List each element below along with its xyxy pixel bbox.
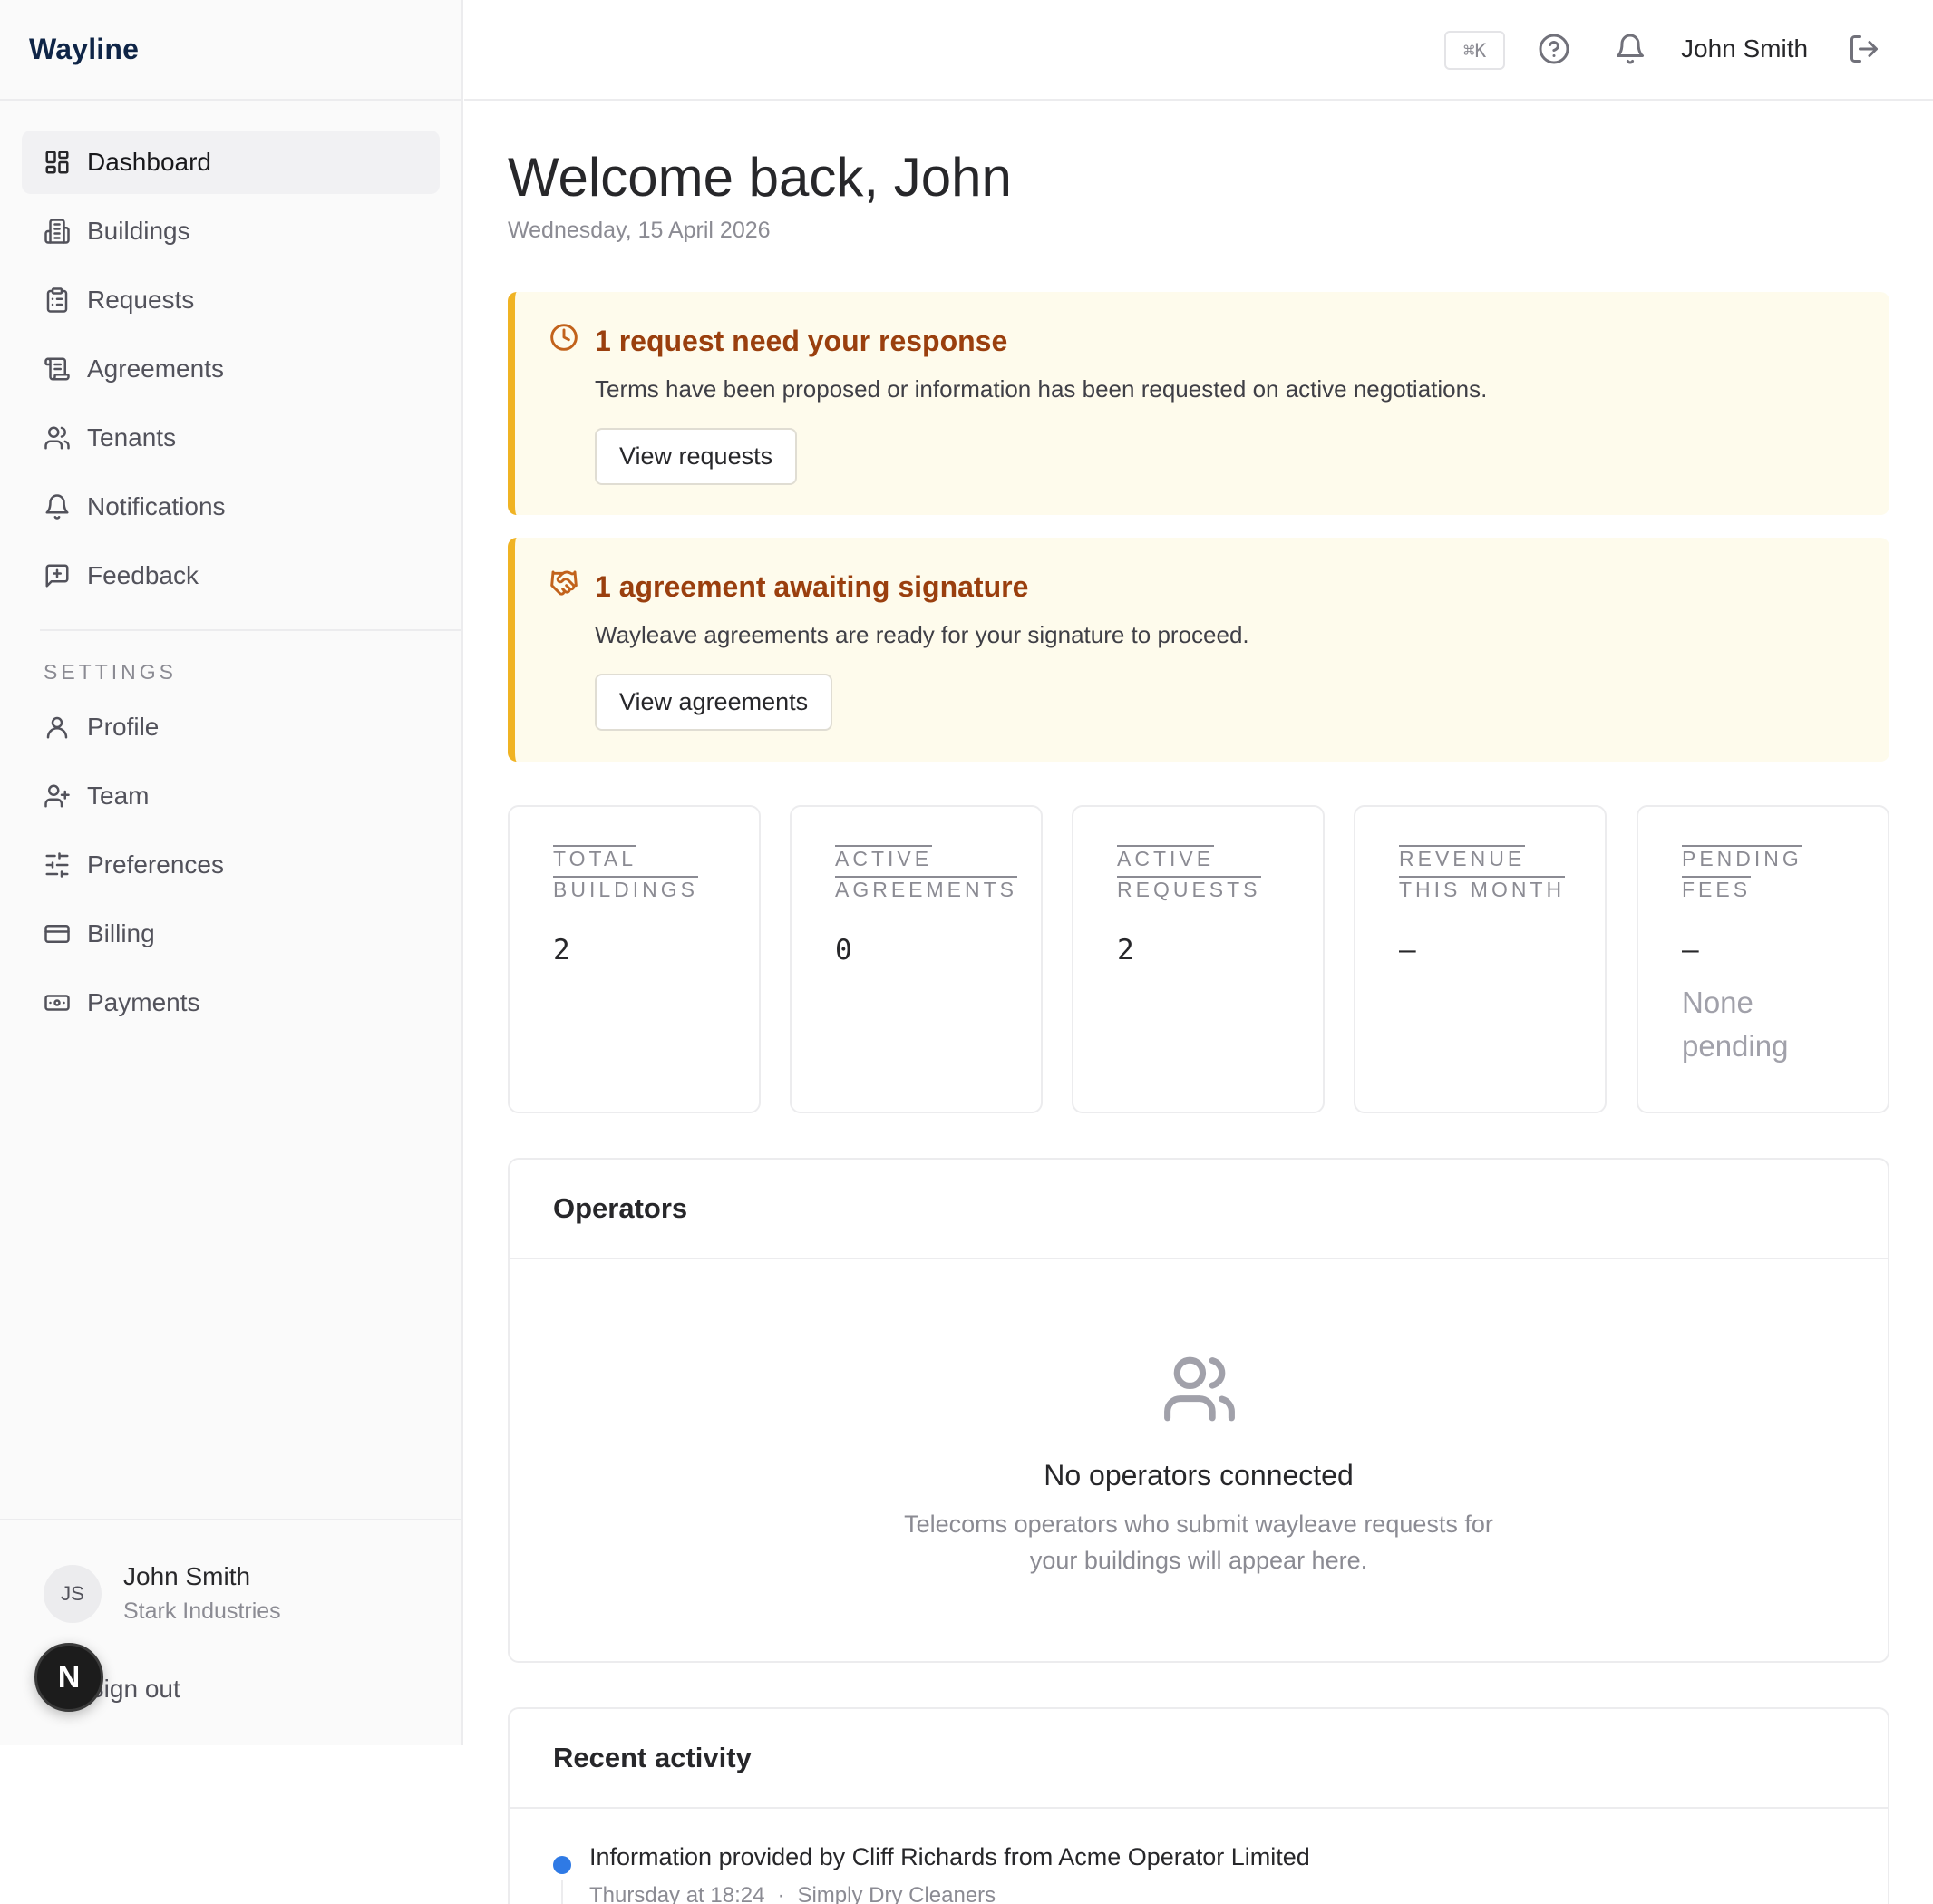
stats-row: TOTAL BUILDINGS 2 ACTIVE AGREEMENTS 0 ACTI… xyxy=(508,805,1889,1113)
stat-value: 2 xyxy=(1117,934,1134,967)
sidebar-item-label: Team xyxy=(87,782,150,810)
alert-title: 1 request need your response xyxy=(595,325,1008,357)
users-icon xyxy=(1158,1350,1241,1428)
sidebar-item-dashboard[interactable]: Dashboard xyxy=(22,131,440,194)
alert-title: 1 agreement awaiting signature xyxy=(595,570,1029,603)
top-bar: ⌘K John Smith xyxy=(464,0,1933,101)
stat-card-pending-fees[interactable]: PENDING FEES — None pending xyxy=(1637,805,1889,1113)
sidebar-item-label: Preferences xyxy=(87,850,224,879)
sidebar-item-label: Billing xyxy=(87,919,155,947)
dev-tools-badge[interactable]: N xyxy=(34,1643,103,1712)
main-nav: Dashboard Buildings Requests Agreements … xyxy=(0,101,461,631)
stat-value: — xyxy=(1399,934,1416,967)
alert-agreements: 1 agreement awaiting signature Wayleave … xyxy=(508,538,1889,762)
sliders-icon xyxy=(44,851,71,879)
user-card[interactable]: JS John Smith Stark Industries xyxy=(44,1562,281,1625)
sidebar-item-tenants[interactable]: Tenants xyxy=(22,406,440,470)
top-user-name[interactable]: John Smith xyxy=(1681,34,1808,63)
sidebar-item-agreements[interactable]: Agreements xyxy=(22,337,440,401)
page-title: Welcome back, John xyxy=(508,147,1012,208)
stat-card-active-agreements[interactable]: ACTIVE AGREEMENTS 0 xyxy=(790,805,1043,1113)
user-org: Stark Industries xyxy=(123,1598,281,1624)
sidebar: Wayline Dashboard Buildings Requests Agr… xyxy=(0,0,463,1745)
activity-time: Thursday at 18:24 xyxy=(589,1883,765,1904)
user-plus-icon xyxy=(44,782,71,810)
settings-section-label: SETTINGS xyxy=(44,660,178,684)
sidebar-item-label: Requests xyxy=(87,286,195,314)
timeline-line xyxy=(561,1880,563,1904)
sidebar-item-label: Feedback xyxy=(87,561,199,589)
clock-icon xyxy=(549,323,578,352)
sidebar-item-billing[interactable]: Billing xyxy=(22,902,440,966)
stat-card-active-requests[interactable]: ACTIVE REQUESTS 2 xyxy=(1072,805,1325,1113)
sidebar-item-team[interactable]: Team xyxy=(22,764,440,828)
stat-card-total-buildings[interactable]: TOTAL BUILDINGS 2 xyxy=(508,805,761,1113)
alert-description: Wayleave agreements are ready for your s… xyxy=(595,621,1249,648)
avatar: JS xyxy=(44,1564,102,1623)
stat-label: REVENUE THIS MONTH xyxy=(1399,845,1566,901)
activity-text: Information provided by Cliff Richards f… xyxy=(589,1843,1310,1870)
sidebar-item-label: Payments xyxy=(87,988,200,1016)
logo-row: Wayline xyxy=(0,0,461,101)
scroll-icon xyxy=(44,355,71,383)
recent-activity-title: Recent activity xyxy=(510,1709,1888,1809)
stat-label: ACTIVE REQUESTS xyxy=(1117,845,1261,901)
stat-value: 0 xyxy=(835,934,852,967)
command-palette-shortcut[interactable]: ⌘K xyxy=(1444,31,1505,70)
alert-requests: 1 request need your response Terms have … xyxy=(508,292,1889,515)
activity-building[interactable]: Simply Dry Cleaners xyxy=(797,1883,996,1904)
stat-label: ACTIVE AGREEMENTS xyxy=(835,845,1018,901)
help-icon[interactable] xyxy=(1538,33,1570,65)
bell-icon[interactable] xyxy=(1614,33,1646,65)
sidebar-item-payments[interactable]: Payments xyxy=(22,971,440,1035)
sidebar-item-label: Buildings xyxy=(87,217,190,245)
operators-title: Operators xyxy=(510,1160,1888,1259)
user-name: John Smith xyxy=(123,1562,251,1590)
log-out-icon[interactable] xyxy=(1848,33,1880,65)
sidebar-item-profile[interactable]: Profile xyxy=(22,695,440,759)
sidebar-item-buildings[interactable]: Buildings xyxy=(22,199,440,263)
banknote-icon xyxy=(44,989,71,1016)
stat-value: 2 xyxy=(553,934,570,967)
stat-label: PENDING FEES xyxy=(1682,845,1802,901)
current-date: Wednesday, 15 April 2026 xyxy=(508,218,771,243)
users-icon xyxy=(44,424,71,452)
bell-icon xyxy=(44,493,71,520)
stat-subtext: None pending xyxy=(1682,986,1789,1063)
recent-activity-panel: Recent activity Information provided by … xyxy=(508,1707,1889,1904)
empty-state-description: Telecoms operators who submit wayleave r… xyxy=(904,1511,1493,1574)
dashboard-icon xyxy=(44,149,71,176)
handshake-icon xyxy=(549,568,578,597)
sidebar-item-label: Agreements xyxy=(87,355,224,383)
settings-nav: Profile Team Preferences Billing Payment… xyxy=(0,695,461,1035)
activity-meta: Thursday at 18:24 · Simply Dry Cleaners xyxy=(589,1883,996,1904)
sidebar-item-label: Notifications xyxy=(87,492,226,520)
message-plus-icon xyxy=(44,562,71,589)
sidebar-item-feedback[interactable]: Feedback xyxy=(22,544,440,607)
sidebar-item-label: Tenants xyxy=(87,423,177,452)
sidebar-item-label: Dashboard xyxy=(87,148,211,176)
stat-card-revenue[interactable]: REVENUE THIS MONTH — xyxy=(1354,805,1607,1113)
user-info: John Smith Stark Industries xyxy=(123,1562,281,1625)
sidebar-item-label: Profile xyxy=(87,713,160,741)
user-icon xyxy=(44,714,71,741)
alert-description: Terms have been proposed or information … xyxy=(595,375,1488,403)
view-requests-button[interactable]: View requests xyxy=(595,428,798,485)
clipboard-icon xyxy=(44,287,71,314)
meta-separator: · xyxy=(777,1883,785,1904)
building-icon xyxy=(44,218,71,245)
stat-value: — xyxy=(1682,934,1699,967)
empty-state-title: No operators connected xyxy=(1044,1459,1354,1491)
sidebar-item-notifications[interactable]: Notifications xyxy=(22,475,440,539)
app-logo[interactable]: Wayline xyxy=(29,33,139,66)
view-agreements-button[interactable]: View agreements xyxy=(595,674,833,731)
status-dot xyxy=(553,1856,571,1874)
credit-card-icon xyxy=(44,920,71,947)
sidebar-item-requests[interactable]: Requests xyxy=(22,268,440,332)
sidebar-item-preferences[interactable]: Preferences xyxy=(22,833,440,897)
operators-panel: Operators No operators connected Telecom… xyxy=(508,1158,1889,1663)
stat-label: TOTAL BUILDINGS xyxy=(553,845,698,901)
